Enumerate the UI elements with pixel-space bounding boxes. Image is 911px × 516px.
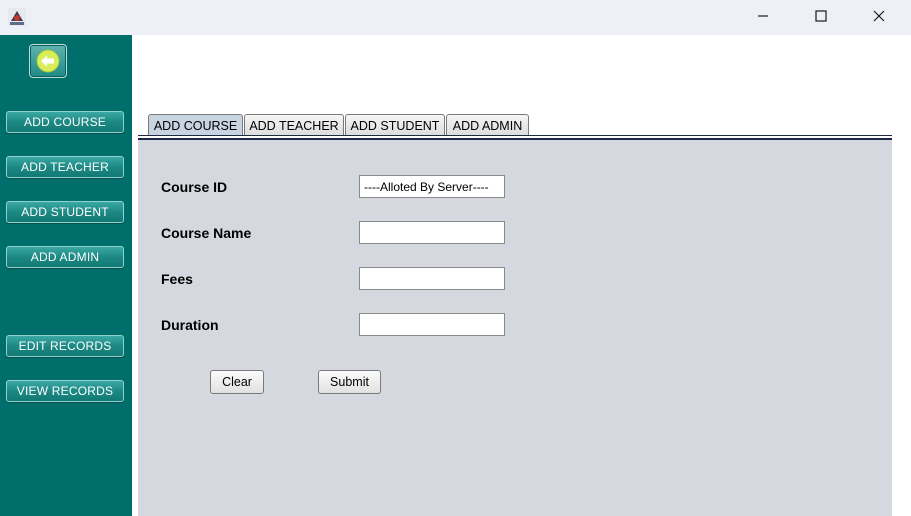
tab-add-teacher[interactable]: ADD TEACHER — [244, 114, 344, 136]
close-button[interactable] — [850, 0, 908, 32]
maximize-icon — [815, 10, 827, 22]
tab-divider — [138, 135, 892, 136]
sidebar-view-records-button[interactable]: VIEW RECORDS — [6, 380, 124, 402]
tab-add-course[interactable]: ADD COURSE — [148, 114, 243, 136]
fees-label: Fees — [161, 271, 193, 287]
course-name-field[interactable] — [359, 221, 505, 244]
sidebar: ADD COURSE ADD TEACHER ADD STUDENT ADD A… — [0, 35, 132, 516]
sidebar-add-teacher-button[interactable]: ADD TEACHER — [6, 156, 124, 178]
app-window: ADD COURSE ADD TEACHER ADD STUDENT ADD A… — [0, 0, 911, 516]
sidebar-edit-records-button[interactable]: EDIT RECORDS — [6, 335, 124, 357]
sidebar-add-course-button[interactable]: ADD COURSE — [6, 111, 124, 133]
duration-field[interactable] — [359, 313, 505, 336]
submit-button[interactable]: Submit — [318, 370, 381, 394]
java-app-icon — [7, 7, 27, 27]
course-id-label: Course ID — [161, 179, 228, 195]
course-name-label: Course Name — [161, 225, 252, 241]
back-arrow-icon — [36, 49, 60, 73]
right-edge — [892, 140, 911, 516]
sidebar-add-admin-button[interactable]: ADD ADMIN — [6, 246, 124, 268]
course-id-field[interactable] — [359, 175, 505, 198]
add-course-panel: Course ID Course Name Fees Duration Clea… — [138, 140, 892, 516]
clear-button[interactable]: Clear — [210, 370, 264, 394]
tab-add-student[interactable]: ADD STUDENT — [345, 114, 445, 136]
minimize-icon — [758, 15, 768, 17]
title-bar — [0, 0, 911, 35]
sidebar-add-student-button[interactable]: ADD STUDENT — [6, 201, 124, 223]
close-icon — [873, 10, 885, 22]
minimize-button[interactable] — [734, 0, 792, 32]
tab-add-admin[interactable]: ADD ADMIN — [446, 114, 529, 136]
back-button[interactable] — [29, 44, 67, 78]
maximize-button[interactable] — [792, 0, 850, 32]
fees-field[interactable] — [359, 267, 505, 290]
duration-label: Duration — [161, 317, 219, 333]
